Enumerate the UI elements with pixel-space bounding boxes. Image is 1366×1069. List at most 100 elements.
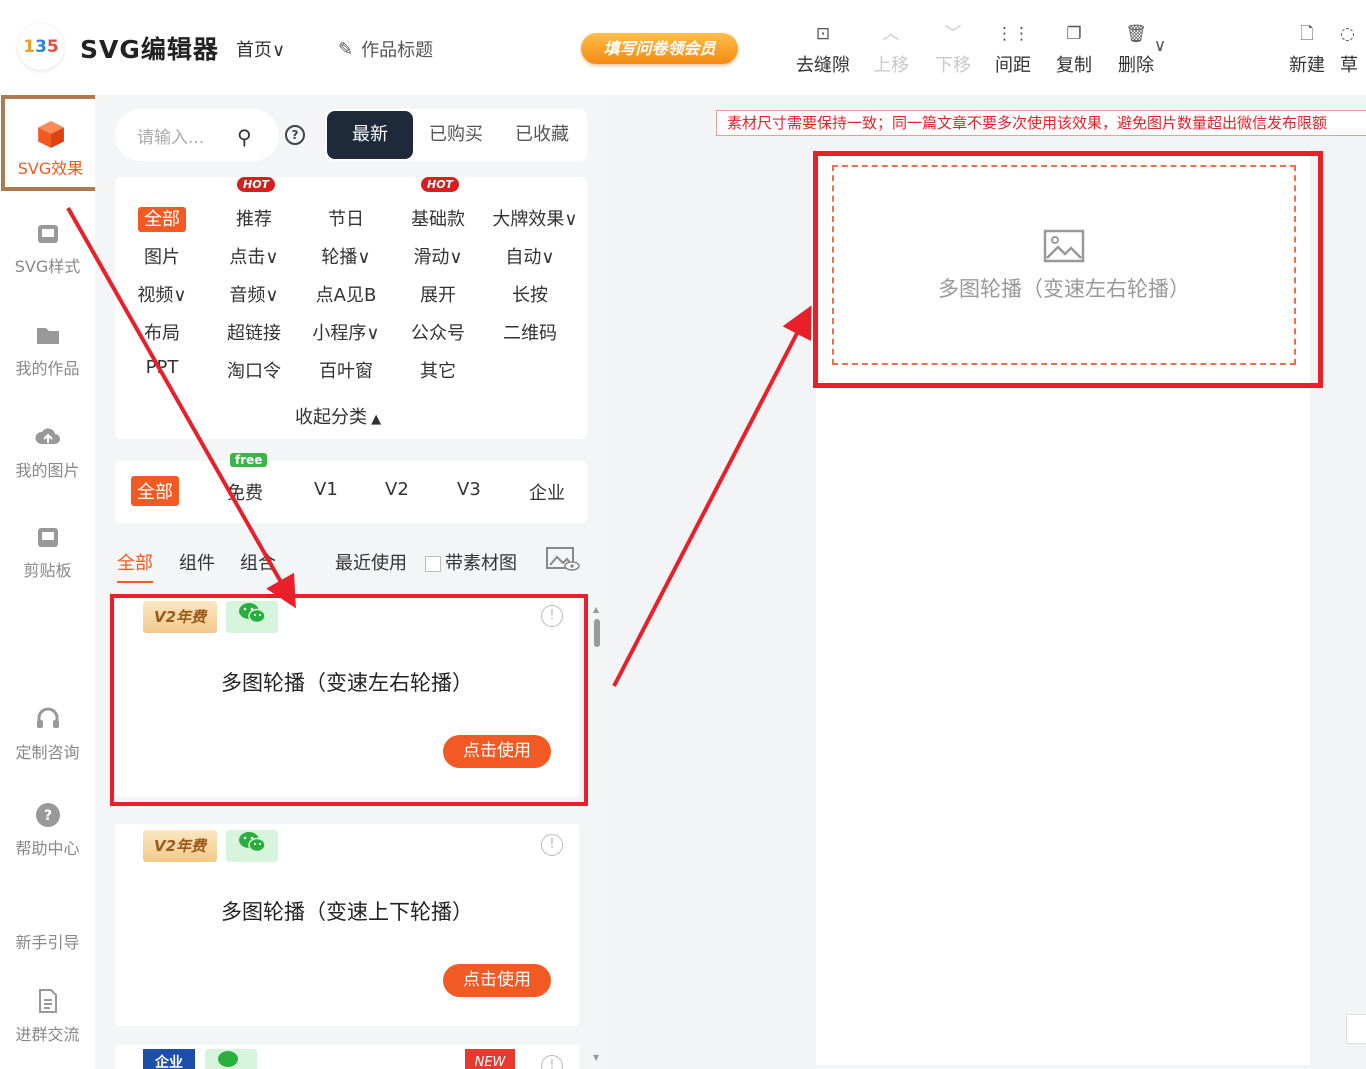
help-circle-icon[interactable]: ?: [285, 125, 305, 145]
toolbar-move-up-button[interactable]: ︿ 上移: [861, 22, 921, 77]
rail-item-custom-consult[interactable]: 定制咨询: [0, 705, 95, 763]
hot-badge: HOT: [237, 177, 276, 192]
type-filter: 全部 组件 组合 最近使用 带素材图: [115, 545, 587, 583]
category-item[interactable]: 小程序∨: [301, 319, 391, 345]
side-handle[interactable]: [1346, 1014, 1366, 1044]
rail-item-join-group[interactable]: 进群交流: [0, 987, 95, 1045]
toolbar-remove-gap-button[interactable]: ⊡ 去缝隙: [793, 22, 853, 77]
rail-item-svg-effects[interactable]: SVG效果: [1, 95, 100, 191]
app-logo[interactable]: 135: [18, 24, 64, 70]
search-icon[interactable]: ⚲: [237, 125, 252, 149]
category-item[interactable]: 其它: [393, 357, 483, 383]
category-item[interactable]: 全部: [117, 205, 207, 232]
rail-item-my-images[interactable]: 我的图片: [0, 423, 95, 481]
tier-all[interactable]: 全部: [131, 476, 179, 506]
rail-item-help-center[interactable]: ? 帮助中心: [0, 801, 95, 859]
chevron-up-icon: ︿: [882, 24, 900, 44]
category-item[interactable]: 节日: [301, 205, 391, 231]
category-item[interactable]: 长按: [485, 281, 575, 307]
info-icon[interactable]: !: [541, 834, 563, 856]
category-item[interactable]: 淘口令: [209, 357, 299, 383]
category-item[interactable]: 超链接: [209, 319, 299, 345]
list-source-tabs: 最新 已购买 已收藏: [325, 109, 587, 161]
tier-v2[interactable]: V2: [385, 479, 409, 500]
scrollbar[interactable]: ▲ ▼: [592, 605, 602, 1065]
toolbar-more-dropdown[interactable]: ∨: [1150, 22, 1170, 58]
tier-v1[interactable]: V1: [314, 479, 338, 500]
style-icon: [37, 225, 58, 243]
category-item[interactable]: 点A见B: [301, 281, 391, 307]
tab-favorites[interactable]: 已收藏: [499, 111, 585, 159]
svg-text:?: ?: [43, 808, 51, 824]
category-item[interactable]: PPT: [117, 357, 207, 378]
chevron-down-icon: ﹀: [944, 24, 962, 44]
copy-icon: ❐: [1066, 24, 1082, 44]
free-badge: free: [230, 453, 268, 467]
category-item[interactable]: 滑动∨: [393, 243, 483, 269]
gap-icon: ⊡: [815, 24, 831, 44]
headset-icon: [36, 707, 59, 728]
category-item[interactable]: HOT 基础款: [393, 177, 483, 231]
filter-components[interactable]: 组件: [179, 549, 215, 575]
checkbox[interactable]: [425, 556, 441, 572]
toolbar-spacing-button[interactable]: ⋮⋮ 间距: [983, 22, 1043, 77]
category-item[interactable]: 音频∨: [209, 281, 299, 307]
wechat-icon: [205, 1049, 257, 1069]
cube-icon: [37, 121, 64, 148]
category-item[interactable]: 大牌效果∨: [485, 205, 585, 231]
effect-card[interactable]: V2年费 ! 多图轮播（变速上下轮播） 点击使用: [115, 824, 579, 1026]
rail-item-my-works[interactable]: 我的作品: [0, 321, 95, 379]
filter-recent[interactable]: 最近使用: [335, 549, 407, 575]
category-item[interactable]: 轮播∨: [301, 243, 391, 269]
category-item[interactable]: 二维码: [485, 319, 575, 345]
with-material-checkbox[interactable]: 带素材图: [425, 549, 517, 575]
tier-enterprise[interactable]: 企业: [529, 479, 565, 505]
new-badge: NEW: [465, 1049, 515, 1069]
enterprise-badge: 企业: [143, 1049, 195, 1069]
category-item[interactable]: 图片: [117, 243, 207, 269]
pencil-icon: ✎: [338, 38, 354, 60]
category-item[interactable]: 自动∨: [485, 243, 575, 269]
category-item[interactable]: 视频∨: [117, 281, 207, 307]
collapse-categories-button[interactable]: 收起分类 ▲: [295, 403, 381, 429]
scroll-thumb[interactable]: [594, 619, 600, 647]
wechat-icon: [226, 830, 278, 862]
app-title: SVG编辑器: [80, 35, 219, 64]
scroll-down-icon[interactable]: ▼: [593, 1053, 599, 1062]
category-item[interactable]: 点击∨: [209, 243, 299, 269]
category-item[interactable]: HOT 推荐: [209, 177, 299, 231]
work-title-field[interactable]: ✎ 作品标题: [338, 36, 433, 62]
new-file-icon: 🗋: [1300, 24, 1314, 44]
hot-badge: HOT: [421, 177, 460, 192]
info-icon[interactable]: !: [541, 1055, 563, 1069]
search-input[interactable]: 请输入...: [115, 109, 279, 161]
v2-annual-badge: V2年费: [143, 830, 217, 862]
highlight-box-card: [110, 594, 588, 806]
category-item[interactable]: 布局: [117, 319, 207, 345]
toolbar-new-button[interactable]: 🗋 新建: [1277, 22, 1337, 77]
card-title: 多图轮播（变速上下轮播）: [221, 900, 473, 924]
tier-free[interactable]: 免费: [227, 479, 263, 505]
draft-icon: ◌: [1340, 24, 1355, 44]
survey-promo-button[interactable]: 填写问卷领会员: [581, 33, 738, 64]
category-item[interactable]: 展开: [393, 281, 483, 307]
rail-item-beginner-guide[interactable]: 新手引导: [0, 929, 95, 953]
use-button[interactable]: 点击使用: [443, 964, 551, 997]
toolbar-move-down-button[interactable]: ﹀ 下移: [923, 22, 983, 77]
rail-item-clipboard[interactable]: 剪贴板: [0, 523, 95, 581]
filter-all[interactable]: 全部: [117, 549, 153, 583]
toolbar-copy-button[interactable]: ❐ 复制: [1044, 22, 1104, 77]
category-item[interactable]: 公众号: [393, 319, 483, 345]
nav-home-menu[interactable]: 首页∨: [236, 36, 285, 62]
effect-card[interactable]: 企业 NEW !: [115, 1045, 579, 1069]
scroll-up-icon[interactable]: ▲: [593, 605, 599, 614]
toolbar-draft-button[interactable]: ◌ 草: [1340, 22, 1366, 77]
filter-combos[interactable]: 组合: [240, 549, 276, 575]
tab-purchased[interactable]: 已购买: [413, 111, 499, 159]
clipboard-icon: [37, 528, 58, 547]
image-preview-icon[interactable]: [545, 545, 581, 578]
tab-latest[interactable]: 最新: [327, 111, 413, 159]
tier-v3[interactable]: V3: [457, 479, 481, 500]
rail-item-svg-styles[interactable]: SVG样式: [0, 219, 95, 277]
category-item[interactable]: 百叶窗: [301, 357, 391, 383]
